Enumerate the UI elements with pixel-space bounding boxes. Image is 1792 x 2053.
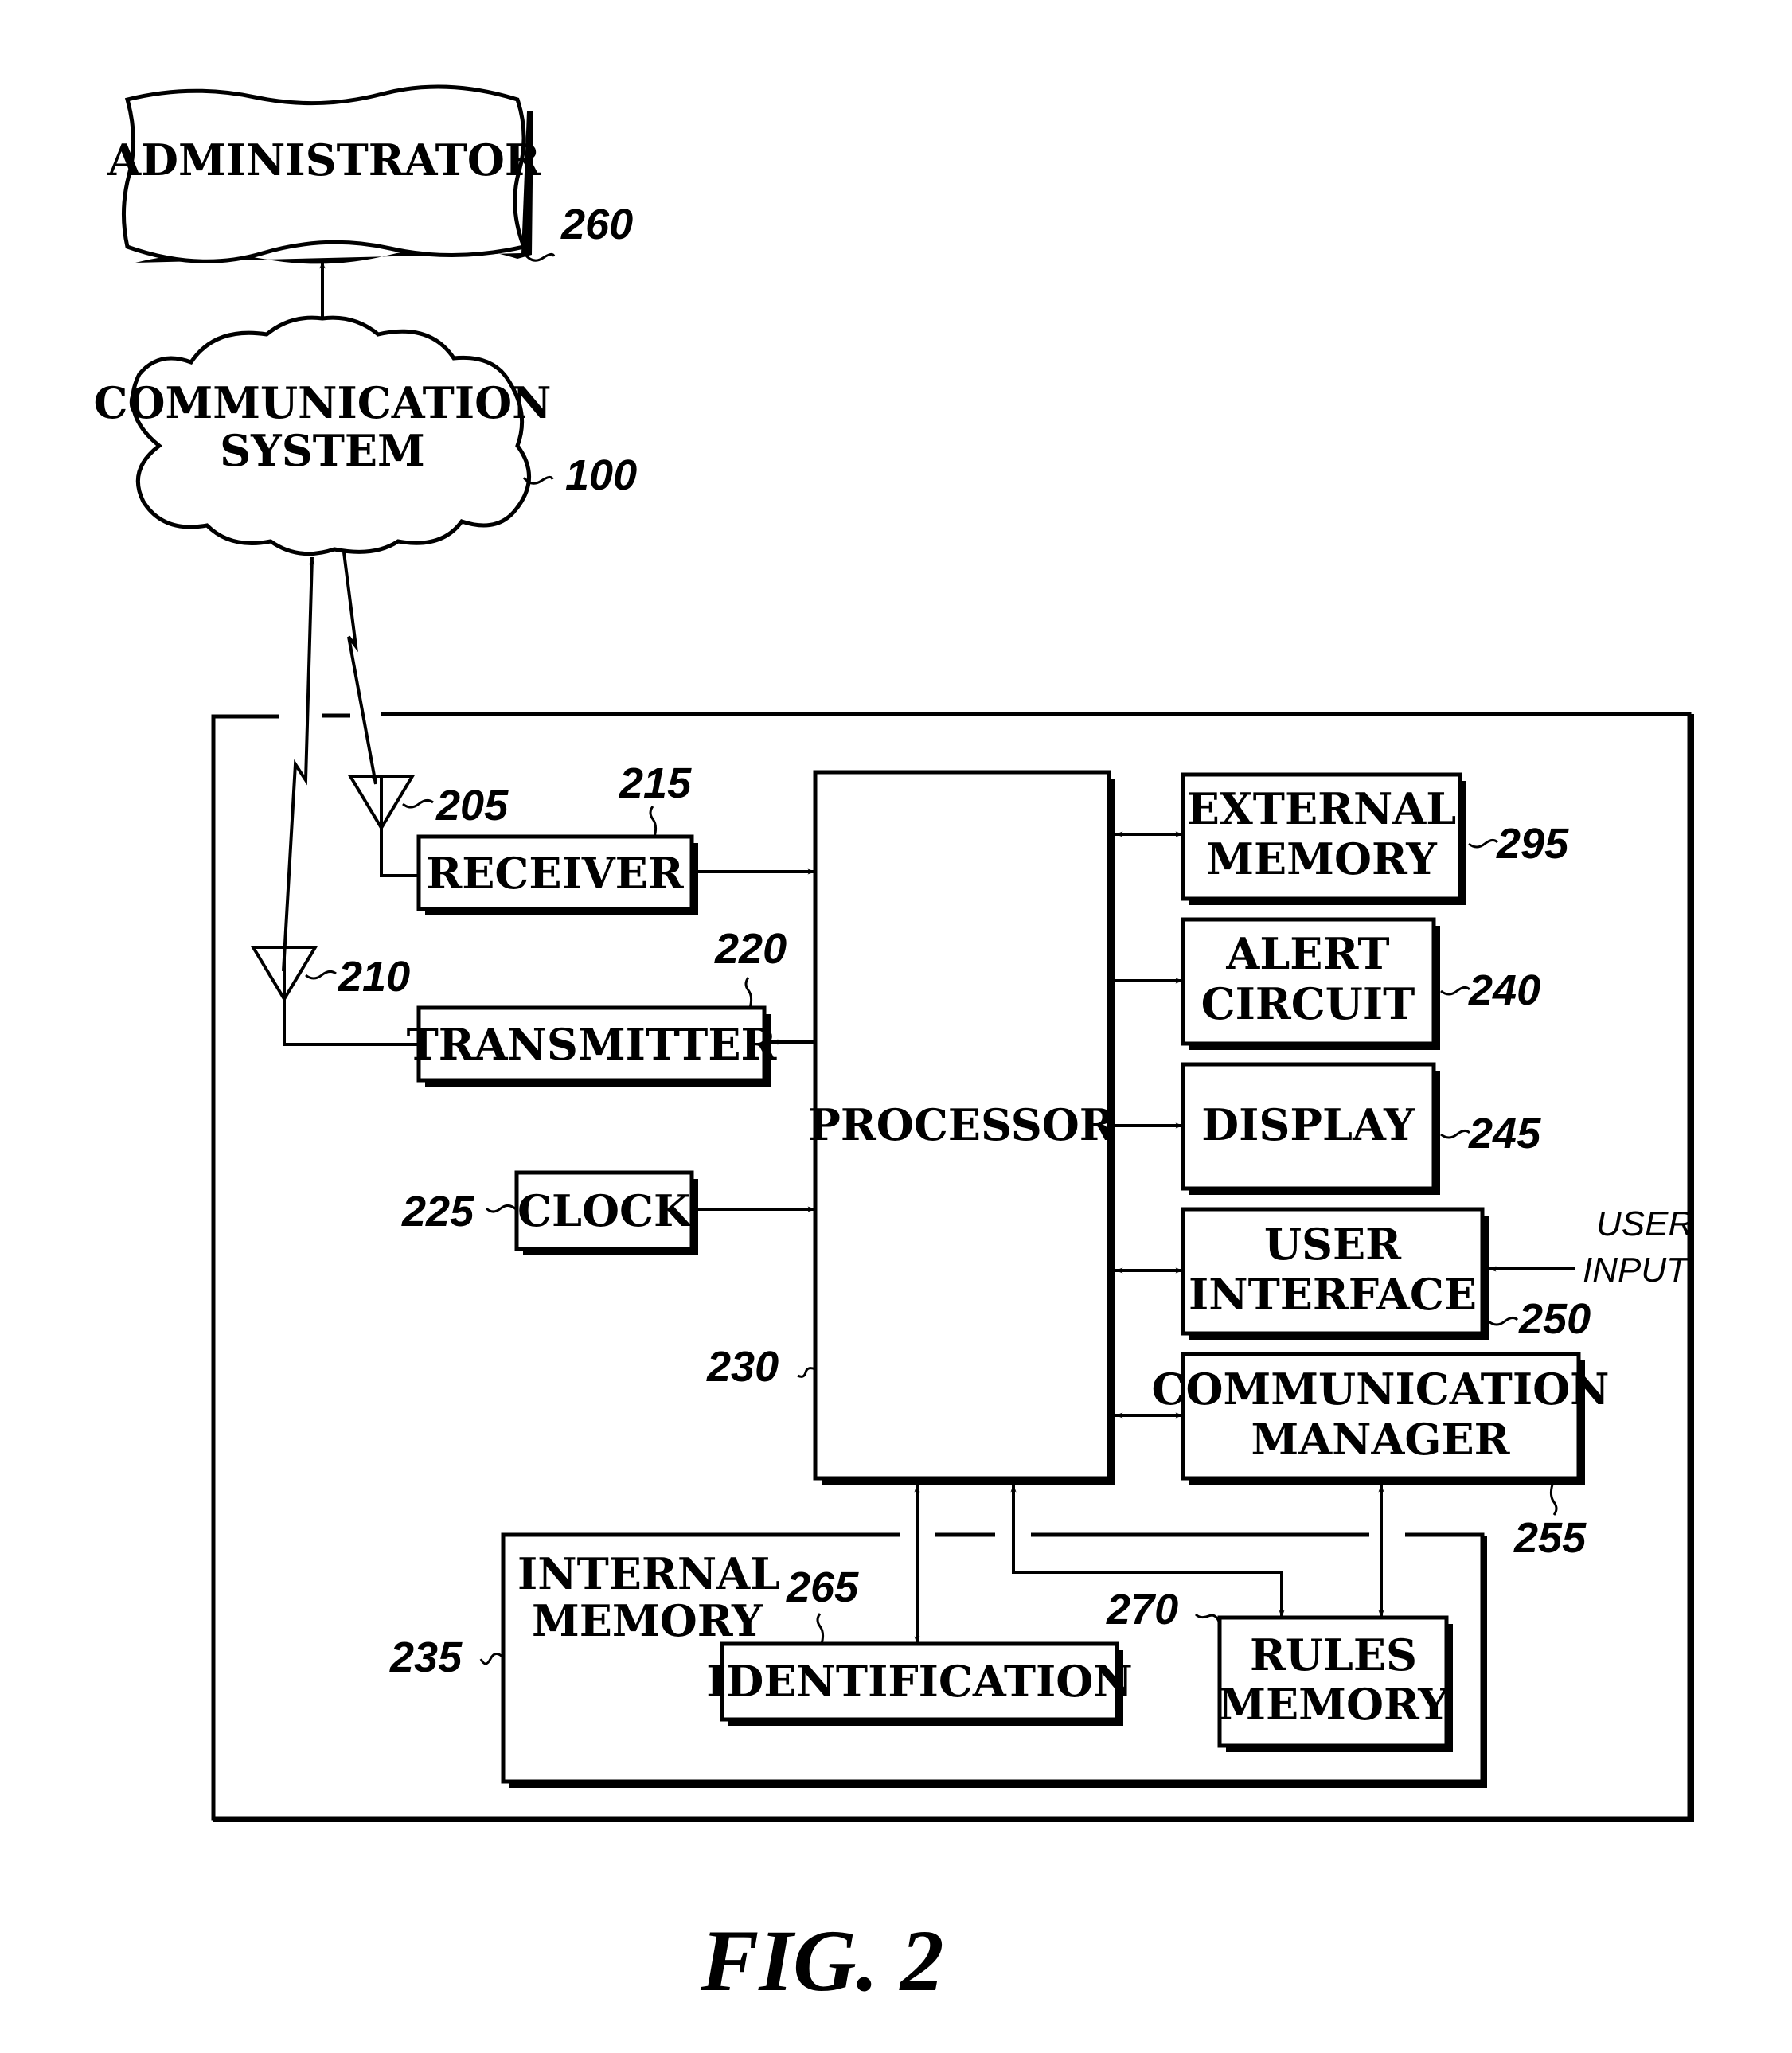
uplink-zigzag [282, 556, 315, 972]
antenna-210: 210 [250, 946, 419, 1046]
rules-memory-line1: RULES [1250, 1630, 1417, 1680]
display-label: DISPLAY [1201, 1099, 1415, 1150]
ref-230: 230 [706, 1343, 779, 1391]
ref-205: 205 [435, 782, 509, 829]
comm-system-line1: COMMUNICATION [93, 377, 551, 428]
processor-label: PROCESSOR [808, 1099, 1116, 1150]
external-memory-line1: EXTERNAL [1187, 783, 1457, 834]
block-diagram: ADMINISTRATOR 260 COMMUNICATION SYSTEM 1… [93, 84, 1694, 2009]
alert-circuit-line2: CIRCUIT [1201, 978, 1415, 1029]
antenna-icon [347, 775, 419, 877]
ref-100: 100 [565, 451, 637, 499]
downlink-zigzag [342, 552, 377, 785]
ref-250: 250 [1518, 1295, 1591, 1343]
user-interface-node: USER INTERFACE 250 USER INPUT [1181, 1204, 1693, 1343]
ref-240: 240 [1468, 966, 1540, 1014]
user-input-line2: INPUT [1583, 1251, 1690, 1290]
comm-manager-line1: COMMUNICATION [1151, 1364, 1609, 1415]
ref-260: 260 [560, 201, 633, 248]
comm-system-line2: SYSTEM [220, 425, 425, 476]
ref-210: 210 [338, 953, 410, 1001]
administrator-label: ADMINISTRATOR [107, 135, 541, 185]
user-interface-line2: INTERFACE [1189, 1269, 1477, 1320]
user-interface-line1: USER [1264, 1219, 1402, 1270]
ref-255: 255 [1513, 1514, 1587, 1562]
identification-label: IDENTIFICATION [706, 1656, 1132, 1707]
ref-235: 235 [389, 1633, 463, 1681]
receiver-label: RECEIVER [426, 848, 684, 899]
transmitter-label: TRANSMITTER [407, 1019, 778, 1070]
clock-node: CLOCK 225 [401, 1170, 698, 1255]
comm-manager-line2: MANAGER [1251, 1414, 1510, 1465]
figure-caption: FIG. 2 [700, 1912, 944, 2009]
display-node: DISPLAY 245 [1181, 1062, 1541, 1195]
internal-memory-line2: MEMORY [532, 1595, 763, 1646]
alert-circuit-line1: ALERT [1225, 928, 1389, 979]
user-input-line1: USER [1596, 1204, 1693, 1243]
administrator-node: ADMINISTRATOR 260 [107, 84, 633, 264]
clock-label: CLOCK [517, 1185, 693, 1236]
internal-memory-line1: INTERNAL [517, 1548, 780, 1599]
alert-circuit-node: ALERT CIRCUIT 240 [1181, 917, 1540, 1050]
transmitter-node: TRANSMITTER 220 [407, 925, 787, 1087]
ref-215: 215 [619, 759, 692, 807]
ref-225: 225 [401, 1188, 474, 1235]
ref-245: 245 [1468, 1110, 1541, 1157]
communication-system-node: COMMUNICATION SYSTEM 100 [93, 315, 637, 556]
ref-295: 295 [1496, 820, 1569, 868]
external-memory-line2: MEMORY [1206, 833, 1438, 884]
ref-220: 220 [714, 925, 787, 973]
rules-memory-line2: MEMORY [1218, 1679, 1450, 1730]
external-memory-node: EXTERNAL MEMORY 295 [1181, 772, 1569, 905]
processor-node: PROCESSOR 230 [706, 770, 1116, 1485]
ref-270: 270 [1106, 1586, 1178, 1633]
ref-265: 265 [786, 1563, 859, 1611]
rules-memory-node: RULES MEMORY 270 [1106, 1586, 1453, 1752]
